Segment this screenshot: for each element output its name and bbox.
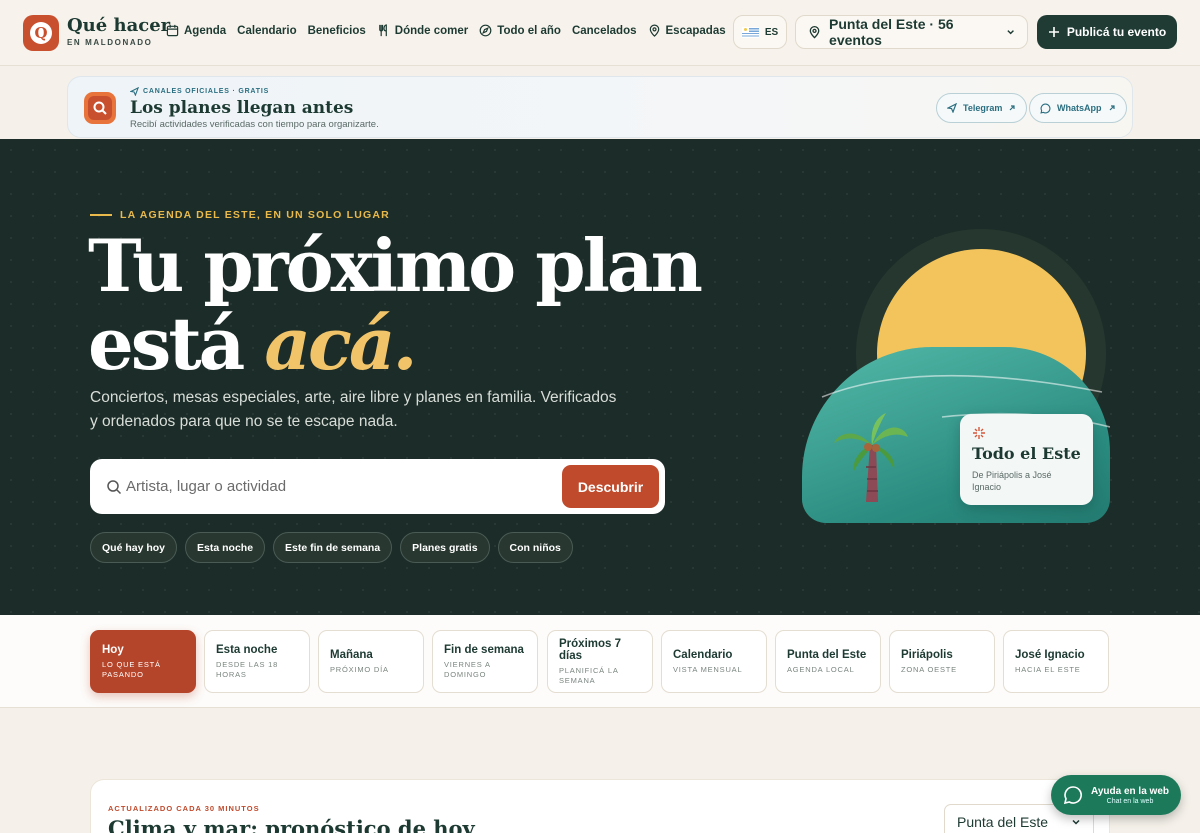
hero-section: LA AGENDA DEL ESTE, EN UN SOLO LUGAR Tu … — [0, 139, 1200, 615]
nav-cancelados[interactable]: Cancelados — [572, 25, 637, 37]
channels-banner: CANALES OFICIALES · GRATIS Los planes ll… — [67, 76, 1133, 138]
weather-title: Clima y mar: pronóstico de hoy — [108, 816, 475, 833]
hero-title-accent: acá. — [264, 301, 417, 386]
search-logo-icon — [84, 92, 116, 124]
external-arrow-icon — [1109, 105, 1115, 111]
brand-name[interactable]: Qué hacer — [67, 15, 170, 36]
send-icon — [130, 87, 139, 96]
chip-con-ninos[interactable]: Con niños — [497, 532, 573, 563]
hero-title: Tu próximo plan está acá. — [88, 223, 703, 386]
weather-section: ACTUALIZADO CADA 30 MINUTOS Clima y mar:… — [90, 779, 1110, 833]
discover-button[interactable]: Descubrir — [562, 465, 659, 508]
region-card-subtitle: De Piriápolis a José Ignacio — [972, 470, 1052, 492]
tab-esta-noche[interactable]: Esta noche DESDE LAS 18 HORAS — [204, 630, 310, 693]
nav-label: Todo el año — [497, 24, 561, 37]
logo-letter: Q — [30, 22, 52, 44]
tab-piriapolis[interactable]: Piriápolis ZONA OESTE — [889, 630, 995, 693]
help-chat-button[interactable]: Ayuda en la web Chat en la web — [1051, 775, 1181, 815]
chip-esta-noche[interactable]: Esta noche — [185, 532, 266, 563]
tab-calendario[interactable]: Calendario VISTA MENSUAL — [661, 630, 767, 693]
search-icon — [107, 479, 122, 494]
main-nav: Agenda Calendario Beneficios Dónde comer… — [166, 24, 737, 37]
nav-label: Agenda — [184, 24, 227, 37]
chip-que-hay-hoy[interactable]: Qué hay hoy — [90, 532, 178, 563]
chip-fin-de-semana[interactable]: Este fin de semana — [273, 532, 393, 563]
hero-lead: Conciertos, mesas especiales, arte, aire… — [90, 389, 617, 430]
chat-bubble-icon — [1040, 103, 1051, 114]
sparkle-icon — [973, 427, 985, 439]
channels-subtitle: Recibí actividades verificadas con tiemp… — [130, 119, 379, 130]
nav-todo-el-ano[interactable]: Todo el año — [479, 24, 561, 37]
search-input[interactable] — [126, 478, 562, 495]
language-code: ES — [764, 26, 779, 38]
chevron-down-icon — [1007, 30, 1014, 35]
nav-label: Escapadas — [665, 24, 726, 37]
send-icon — [947, 103, 957, 113]
nav-label: Cancelados — [571, 24, 637, 37]
chip-planes-gratis[interactable]: Planes gratis — [400, 532, 490, 563]
nav-calendario[interactable]: Calendario — [237, 25, 296, 37]
quick-tabs: Hoy LO QUE ESTÁ PASANDO Esta noche DESDE… — [0, 615, 1200, 708]
compass-icon — [479, 24, 492, 37]
hero-eyebrow: LA AGENDA DEL ESTE, EN UN SOLO LUGAR — [90, 209, 390, 221]
tab-jose-ignacio[interactable]: José Ignacio HACIA EL ESTE — [1003, 630, 1109, 693]
uruguay-flag-icon — [741, 26, 759, 38]
publish-label: Publicá tu evento — [1066, 25, 1167, 39]
help-title: Ayuda en la web — [1091, 785, 1169, 797]
whatsapp-button[interactable]: WhatsApp — [1029, 93, 1127, 123]
nav-label: Calendario — [237, 24, 297, 37]
weather-eyebrow: ACTUALIZADO CADA 30 MINUTOS — [108, 804, 260, 813]
location-selector[interactable]: Punta del Este · 56 eventos — [795, 15, 1028, 49]
tab-fin-de-semana[interactable]: Fin de semana VIERNES A DOMINGO — [432, 630, 538, 693]
region-card-title: Todo el Este — [972, 444, 1081, 463]
nav-label: Dónde comer — [394, 24, 469, 37]
nav-label: Beneficios — [307, 24, 366, 37]
plus-icon — [1048, 27, 1059, 37]
tab-manana[interactable]: Mañana PRÓXIMO DÍA — [318, 630, 424, 693]
nav-donde-comer[interactable]: Dónde comer — [377, 24, 469, 37]
chevron-down-icon — [1072, 819, 1080, 825]
nav-escapadas[interactable]: Escapadas — [648, 24, 726, 37]
language-selector[interactable]: ES — [733, 15, 787, 49]
help-subtitle: Chat en la web — [1106, 797, 1154, 805]
pin-icon — [649, 24, 659, 37]
pin-icon — [809, 25, 820, 39]
region-card[interactable]: Todo el Este De Piriápolis a José Ignaci… — [960, 414, 1093, 505]
channels-title: Los planes llegan antes — [130, 98, 354, 118]
nav-beneficios[interactable]: Beneficios — [308, 25, 366, 37]
nav-agenda[interactable]: Agenda — [166, 24, 226, 37]
calendar-icon — [166, 24, 179, 37]
fork-knife-icon — [378, 24, 387, 37]
tab-proximos-7-dias[interactable]: Próximos 7 días PLANIFICÁ LA SEMANA — [547, 630, 653, 693]
hero-search: Descubrir — [90, 459, 665, 514]
publish-event-button[interactable]: Publicá tu evento — [1037, 15, 1177, 49]
external-arrow-icon — [1009, 105, 1015, 111]
logo[interactable]: Q — [23, 15, 59, 51]
tab-punta-del-este[interactable]: Punta del Este AGENDA LOCAL — [775, 630, 881, 693]
quick-chips: Qué hay hoy Esta noche Este fin de seman… — [90, 532, 573, 563]
tab-hoy[interactable]: Hoy LO QUE ESTÁ PASANDO — [90, 630, 196, 693]
palm-tree-icon — [834, 413, 908, 502]
location-label: Punta del Este · 56 eventos — [829, 16, 954, 48]
channels-eyebrow: CANALES OFICIALES · GRATIS — [130, 87, 269, 96]
chat-bubble-icon — [1063, 786, 1082, 805]
site-header: Q Qué hacer EN MALDONADO Agenda Calendar… — [0, 0, 1200, 66]
telegram-button[interactable]: Telegram — [936, 93, 1028, 123]
brand-subtitle: EN MALDONADO — [67, 38, 153, 47]
